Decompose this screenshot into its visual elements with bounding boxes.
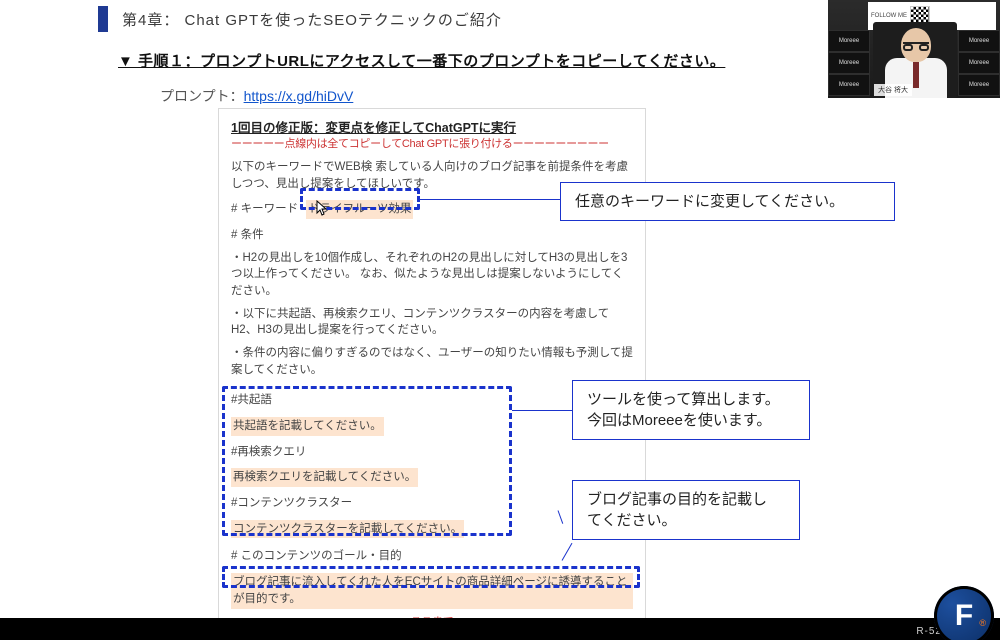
goal-text: ブログ記事に流入してくれた人をECサイトの商品詳細ページに誘導することが目的です… <box>231 573 633 608</box>
step-heading: ▼ 手順１：プロンプトURLにアクセスして一番下のプロンプトをコピーしてください… <box>118 50 725 71</box>
player-bottom-bar[interactable]: R-52 <box>0 618 1000 640</box>
presenter-tie <box>913 62 919 88</box>
dash-top: ーーーーー点線内は全てコピーしてChat GPTに張り付けるーーーーーーーーー <box>231 137 633 153</box>
callout-keyword: 任意のキーワードに変更してください。 <box>560 182 895 221</box>
chapter-header: 第4章： Chat GPTを使ったSEOテクニックのご紹介 <box>98 6 502 32</box>
prompt-line: プロンプト：https://x.gd/hiDvV <box>160 86 353 106</box>
callout-tools-l2: 今回はMoreeeを使います。 <box>587 410 795 431</box>
ferret-badge-icon[interactable]: F ® <box>934 586 994 640</box>
cond-label: # 条件 <box>231 227 633 244</box>
cam-tile: Moreee <box>958 52 1000 74</box>
cond-1: ・H2の見出しを10個作成し、それぞれのH2の見出しに対してH3の見出しを3つ以… <box>231 250 633 300</box>
badge-reg: ® <box>979 618 986 628</box>
re-label: #再検索クエリ <box>231 444 633 461</box>
presenter-name: 大谷 将大 <box>874 84 912 96</box>
co-text: 共起語を記載してください。 <box>231 417 384 436</box>
accent-bar <box>98 6 108 32</box>
cam-tile: Moreee <box>828 74 870 96</box>
cond-3: ・条件の内容に偏りすぎるのではなく、ユーザーの知りたい情報も予測して提案してくだ… <box>231 345 633 378</box>
prompt-url-link[interactable]: https://x.gd/hiDvV <box>244 88 354 104</box>
presenter-webcam: FOLLOW ME Moreee Moreee Moreee Moreee Mo… <box>828 0 1000 98</box>
goal-label: # このコンテンツのゴール・目的 <box>231 548 633 565</box>
callout-goal-l1: ブログ記事の目的を記載し <box>587 489 785 510</box>
callout-keyword-text: 任意のキーワードに変更してください。 <box>575 193 844 210</box>
callout-goal: ブログ記事の目的を記載し てください。 <box>572 480 800 540</box>
cam-tile: Moreee <box>958 30 1000 52</box>
glasses-icon <box>903 42 929 50</box>
keyword-label: # キーワード <box>231 201 298 218</box>
connector-1 <box>420 199 560 200</box>
callout-tools-l1: ツールを使って算出します。 <box>587 389 795 410</box>
badge-letter: F <box>955 599 973 633</box>
slide-stage: 第4章： Chat GPTを使ったSEOテクニックのご紹介 ▼ 手順１：プロンプ… <box>0 0 1000 640</box>
doc-title: 1回目の修正版：変更点を修正してChatGPTに実行 <box>231 119 633 137</box>
callout-goal-l2: てください。 <box>587 510 785 531</box>
cc-text: コンテンツクラスターを記載してください。 <box>231 520 464 539</box>
cam-tile: Moreee <box>828 52 870 74</box>
prompt-label: プロンプト： <box>160 88 244 104</box>
re-text: 再検索クエリを記載してください。 <box>231 468 418 487</box>
callout-tools: ツールを使って算出します。 今回はMoreeeを使います。 <box>572 380 810 440</box>
cond-2: ・以下に共起語、再検索クエリ、コンテンツクラスターの内容を考慮してH2、H3の見… <box>231 306 633 339</box>
chapter-title: 第4章： Chat GPTを使ったSEOテクニックのご紹介 <box>122 9 502 30</box>
keyword-value: ドライフルーツ効果 <box>306 200 413 219</box>
cam-tile: Moreee <box>958 74 1000 96</box>
cam-tile: Moreee <box>828 30 870 52</box>
connector-2 <box>512 410 572 411</box>
